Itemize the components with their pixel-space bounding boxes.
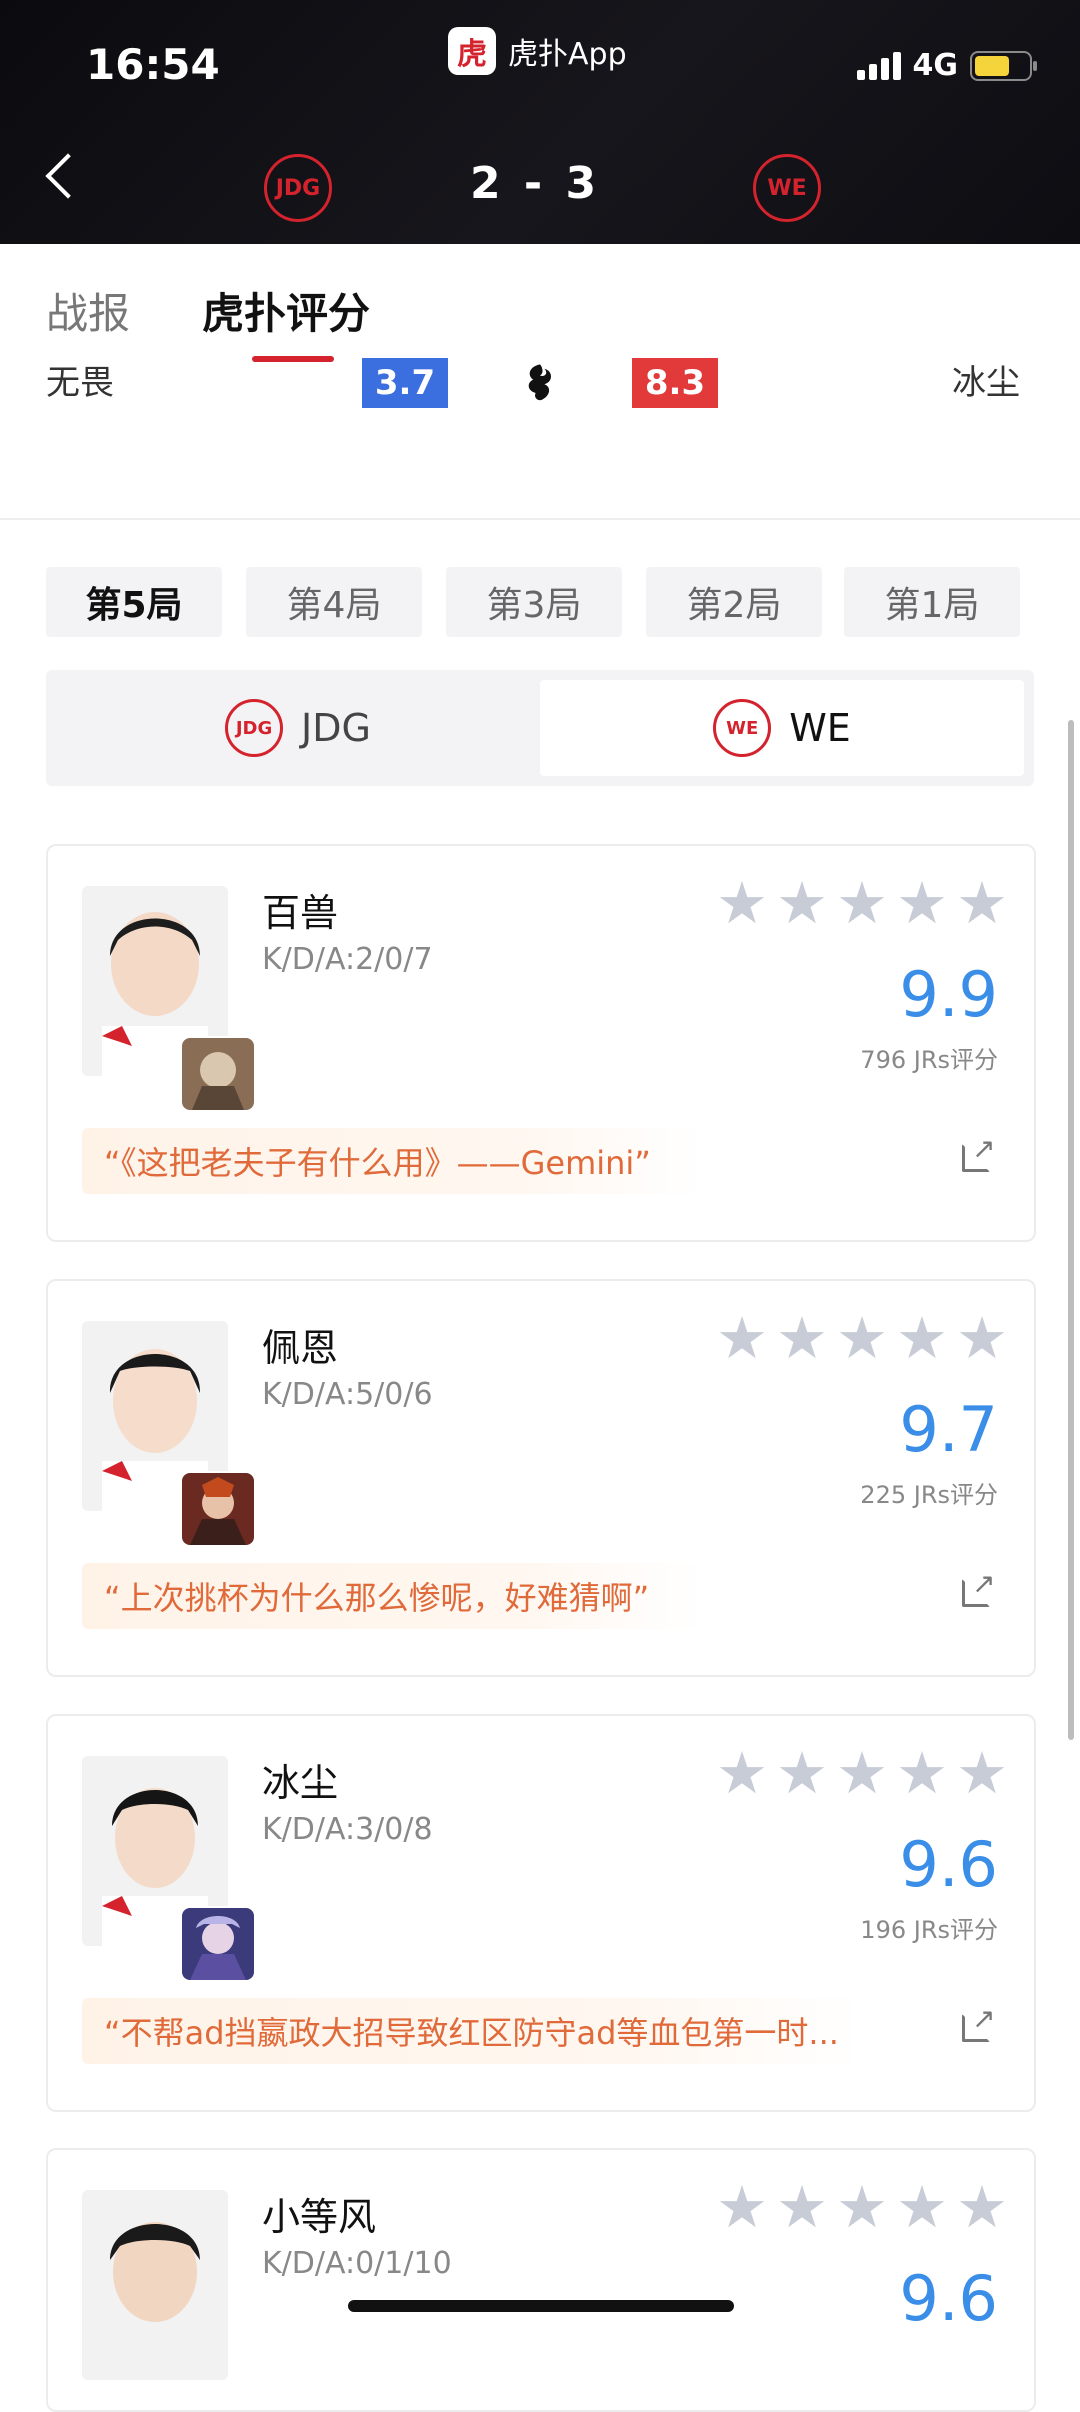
summary-right-player: 冰尘	[952, 363, 1020, 403]
tab-hupu-rating[interactable]: 虎扑评分	[202, 280, 370, 341]
summary-left-player: 无畏	[46, 363, 114, 403]
hero-icon	[180, 1036, 256, 1112]
star-icon[interactable]: ★	[716, 874, 768, 932]
star-icon[interactable]: ★	[956, 874, 1008, 932]
game-tab-3[interactable]: 第3局	[446, 567, 622, 637]
game-tab-5[interactable]: 第5局	[46, 567, 222, 637]
jdg-logo-text: JDG	[275, 175, 321, 201]
player-kda: K/D/A:2/0/7	[262, 942, 433, 977]
star-icon[interactable]: ★	[716, 2178, 768, 2236]
home-indicator[interactable]	[348, 2300, 734, 2312]
game-tab-4[interactable]: 第4局	[246, 567, 422, 637]
star-icon[interactable]: ★	[836, 1744, 888, 1802]
share-icon[interactable]	[962, 1567, 996, 1607]
back-icon[interactable]	[45, 153, 91, 199]
star-icon[interactable]: ★	[896, 1744, 948, 1802]
summary-left-rating: 3.7	[362, 358, 448, 408]
match-score: 2 - 3	[470, 158, 601, 209]
scrollbar[interactable]	[1068, 720, 1074, 1740]
player-rating: 9.9	[899, 958, 998, 1031]
hupu-logo-icon: 虎	[448, 27, 496, 75]
star-icon[interactable]: ★	[836, 1309, 888, 1367]
player-rating: 9.7	[899, 1393, 998, 1466]
top-comment[interactable]: “上次挑杯为什么那么惨呢，好难猜啊”	[82, 1563, 704, 1629]
rating-stars[interactable]: ★ ★ ★ ★ ★	[716, 1744, 1008, 1802]
section-divider	[0, 518, 1080, 520]
app-name: 虎扑App	[508, 37, 627, 72]
star-icon[interactable]: ★	[776, 1309, 828, 1367]
summary-right-rating: 8.3	[632, 358, 718, 408]
star-icon[interactable]: ★	[716, 1744, 768, 1802]
star-icon[interactable]: ★	[776, 2178, 828, 2236]
player-card[interactable]: 小等风 K/D/A:0/1/10 ★ ★ ★ ★ ★ 9.6	[46, 2148, 1036, 2412]
star-icon[interactable]: ★	[956, 1309, 1008, 1367]
rating-stars[interactable]: ★ ★ ★ ★ ★	[716, 874, 1008, 932]
star-icon[interactable]: ★	[836, 2178, 888, 2236]
player-card[interactable]: 佩恩 K/D/A:5/0/6 ★ ★ ★ ★ ★ 9.7 225 JRs评分 “上次挑杯…	[46, 1279, 1036, 1677]
player-kda: K/D/A:5/0/6	[262, 1377, 433, 1412]
we-logo-icon: WE	[713, 699, 772, 757]
top-comment[interactable]: “《这把老夫子有什么用》——Gemini”	[82, 1128, 704, 1194]
rating-count: 225 JRs评分	[860, 1481, 998, 1509]
player-name: 冰尘	[262, 1761, 339, 1805]
game-tab-1[interactable]: 第1局	[844, 567, 1020, 637]
rating-count: 196 JRs评分	[860, 1916, 998, 1944]
we-team-logo[interactable]: WE	[753, 154, 821, 222]
star-icon[interactable]: ★	[776, 874, 828, 932]
jdg-logo-icon: JDG	[225, 699, 284, 757]
player-kda: K/D/A:3/0/8	[262, 1812, 433, 1847]
status-time: 16:54	[86, 40, 220, 89]
rating-stars[interactable]: ★ ★ ★ ★ ★	[716, 2178, 1008, 2236]
player-card[interactable]: 百兽 K/D/A:2/0/7 ★ ★ ★ ★ ★ 9.9 796 JRs评分 “《这把老…	[46, 844, 1036, 1242]
app-indicator[interactable]: 虎 虎扑App	[448, 26, 627, 76]
team-toggle: JDG JDG WE WE	[46, 670, 1034, 786]
share-icon[interactable]	[962, 2002, 996, 2042]
star-icon[interactable]: ★	[896, 874, 948, 932]
hero-icon	[180, 1471, 256, 1547]
star-icon[interactable]: ★	[956, 2178, 1008, 2236]
star-icon[interactable]: ★	[896, 2178, 948, 2236]
signal-icon	[856, 51, 901, 80]
active-tab-indicator	[252, 356, 334, 362]
battery-icon	[970, 50, 1037, 81]
star-icon[interactable]: ★	[716, 1309, 768, 1367]
we-logo-text: WE	[767, 175, 807, 201]
network-label: 4G	[912, 48, 959, 83]
game-tab-2[interactable]: 第2局	[646, 567, 822, 637]
star-icon[interactable]: ★	[956, 1744, 1008, 1802]
player-name: 佩恩	[262, 1326, 339, 1370]
player-card[interactable]: 冰尘 K/D/A:3/0/8 ★ ★ ★ ★ ★ 9.6 196 JRs评分 “不帮ad…	[46, 1714, 1036, 2112]
match-header: 16:54 虎 虎扑App 4G JDG 2 - 3 WE	[0, 0, 1080, 244]
star-icon[interactable]: ★	[836, 874, 888, 932]
player-rating: 9.6	[899, 1828, 998, 1901]
player-avatar	[82, 2190, 228, 2380]
top-comment[interactable]: “不帮ad挡嬴政大招导致红区防守ad等血包第一时...	[82, 1998, 864, 2064]
player-name: 小等风	[262, 2195, 377, 2239]
jdg-team-logo[interactable]: JDG	[264, 154, 332, 222]
rating-stars[interactable]: ★ ★ ★ ★ ★	[716, 1309, 1008, 1367]
player-name: 百兽	[262, 891, 339, 935]
player-rating: 9.6	[899, 2262, 998, 2335]
status-indicators: 4G	[856, 48, 1037, 83]
share-icon[interactable]	[962, 1132, 996, 1172]
dragon-icon	[518, 360, 562, 404]
team-toggle-jdg[interactable]: JDG JDG	[56, 680, 540, 776]
tab-battle-report[interactable]: 战报	[46, 280, 130, 341]
team-toggle-jdg-label: JDG	[301, 706, 371, 750]
player-kda: K/D/A:0/1/10	[262, 2246, 452, 2281]
star-icon[interactable]: ★	[776, 1744, 828, 1802]
team-toggle-we[interactable]: WE WE	[540, 680, 1024, 776]
team-toggle-we-label: WE	[789, 706, 851, 750]
hero-icon	[180, 1906, 256, 1982]
rating-count: 796 JRs评分	[860, 1046, 998, 1074]
star-icon[interactable]: ★	[896, 1309, 948, 1367]
